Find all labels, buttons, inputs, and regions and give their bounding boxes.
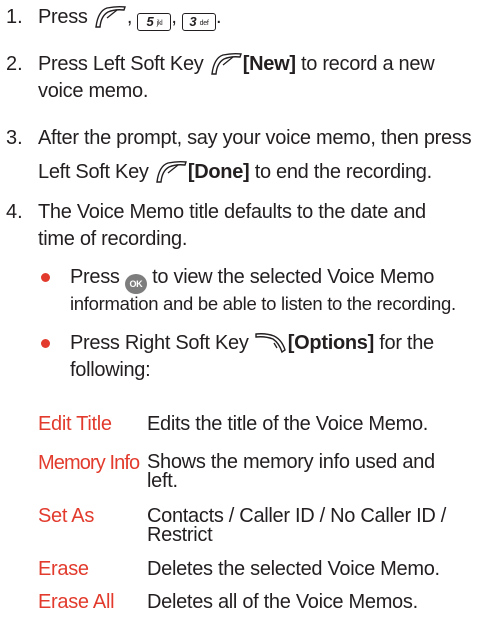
step-number: 1. xyxy=(6,6,23,28)
separator: . xyxy=(215,6,222,28)
option-term: Set As xyxy=(38,505,95,527)
right-soft-key-icon xyxy=(255,333,286,354)
bullet-dot xyxy=(41,339,50,348)
step-number: 3. xyxy=(6,127,23,149)
option-description: Shows the memory info used and xyxy=(147,451,435,473)
bullet-text: to view the selected Voice Memo xyxy=(152,266,435,288)
soft-key-label: [New] xyxy=(242,53,296,75)
option-term: Memory Info xyxy=(38,452,140,474)
option-description: Edits the title of the Voice Memo. xyxy=(147,413,429,435)
left-soft-key-icon xyxy=(210,52,242,75)
step-3-line-1: After the prompt, say your voice memo, t… xyxy=(38,127,472,149)
key-sub: jkl xyxy=(156,20,163,27)
bullet-2-line-1: Press Right Soft Key [Options] for the xyxy=(70,331,434,355)
key-main: 3 xyxy=(189,14,197,29)
step-4-line-2: time of recording. xyxy=(38,228,188,250)
left-soft-key-icon xyxy=(95,5,126,28)
bullet-dot xyxy=(41,273,50,282)
step-text: Left Soft Key xyxy=(38,161,149,183)
bullet-text: for the xyxy=(379,332,434,354)
key-5-icon: 5 jkl xyxy=(137,13,172,31)
step-3-line-2: Left Soft Key [Done] to end the recordin… xyxy=(38,160,432,184)
step-2-line-1: Press Left Soft Key [New] to record a ne… xyxy=(38,52,435,76)
separator: , xyxy=(171,6,177,28)
step-number: 4. xyxy=(6,201,23,223)
step-4-line-1: The Voice Memo title defaults to the dat… xyxy=(38,201,426,223)
manual-page: 1. Press , 5 jkl, 3 def. 2. Press Left S… xyxy=(0,0,480,619)
step-2-line-2: voice memo. xyxy=(38,80,149,102)
option-description: Restrict xyxy=(147,524,213,546)
key-main: 5 xyxy=(146,14,154,29)
step-text: Press xyxy=(38,6,88,28)
bullet-1-line-1: Press OK to view the selected Voice Memo xyxy=(70,265,434,294)
ok-key-icon: OK xyxy=(124,274,147,294)
step-text: to record a new xyxy=(300,53,435,75)
option-term: Erase xyxy=(38,558,89,580)
key-sub: def xyxy=(199,20,209,27)
soft-key-label: [Done] xyxy=(187,161,250,183)
bullet-1-line-2: information and be able to listen to the… xyxy=(70,293,456,314)
key-3-icon: 3 def xyxy=(181,13,216,31)
step-1-text: Press , 5 jkl, 3 def. xyxy=(38,5,222,31)
option-description: Deletes the selected Voice Memo. xyxy=(147,558,440,580)
bullet-2-line-2: following: xyxy=(70,359,151,381)
step-text: Press Left Soft Key xyxy=(38,53,204,75)
soft-key-label: [Options] xyxy=(287,332,374,354)
option-term: Erase All xyxy=(38,591,115,613)
option-description: Deletes all of the Voice Memos. xyxy=(147,591,418,613)
separator: , xyxy=(126,6,133,28)
step-number: 2. xyxy=(6,53,23,75)
bullet-text: Press Right Soft Key xyxy=(70,332,249,354)
left-soft-key-icon xyxy=(156,160,187,183)
step-text: to end the recording. xyxy=(254,161,432,183)
option-description: left. xyxy=(147,470,178,492)
option-term: Edit Title xyxy=(38,413,112,435)
bullet-text: Press xyxy=(70,266,120,288)
